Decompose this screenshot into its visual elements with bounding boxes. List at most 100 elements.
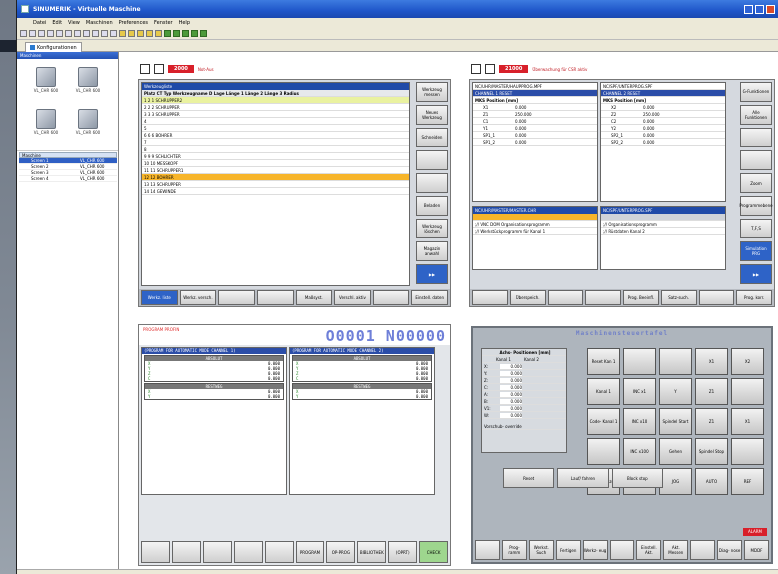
softkey-h9[interactable]: (OPRT) (388, 541, 418, 563)
tool-row[interactable]: 8 (142, 146, 409, 153)
tool-row[interactable]: 13 13 SCHRUPPER (142, 181, 409, 188)
softkey-h6[interactable]: Verschl. aktiv (334, 290, 371, 305)
softkey-v6[interactable]: Programmebene (739, 195, 773, 216)
mcp-button-20[interactable] (731, 438, 764, 465)
softkey-v1[interactable]: G-Funktionen (740, 82, 772, 102)
machine-1[interactable]: VL_CHR 600 (29, 67, 63, 93)
softkey-h11[interactable]: MDDF (744, 540, 769, 560)
menu-edit[interactable]: Edit (52, 20, 62, 26)
softkey-h6[interactable]: Satz-such. (660, 290, 697, 305)
softkey-h1[interactable] (475, 540, 500, 560)
softkey-h7[interactable] (372, 290, 410, 305)
mcp-button-5[interactable]: X2 (731, 348, 764, 375)
softkey-h4[interactable] (233, 541, 263, 563)
tool-row[interactable]: 14 14 GEWINDE (142, 188, 409, 195)
softkey-h9[interactable] (690, 540, 716, 560)
tool-row[interactable]: 10 10 MESSKOPF (142, 160, 409, 167)
tool-row[interactable]: 3 3 3 SCHRUPPER (142, 111, 409, 118)
close-button[interactable] (766, 4, 775, 14)
mcp-button-11[interactable]: Code- Kanal 1 (587, 408, 620, 435)
machine-3[interactable]: VL_CHR 600 (29, 109, 63, 135)
mcp-button-9[interactable]: Z1 (695, 378, 728, 405)
screen4-icon[interactable] (155, 30, 162, 37)
mcp-button-15[interactable]: X1 (731, 408, 764, 435)
softkey-h8[interactable]: BIBLIOTHEK (357, 541, 387, 563)
softkey-h3[interactable] (202, 541, 232, 563)
softkey-h4[interactable] (256, 290, 294, 305)
softkey-h5[interactable] (264, 541, 294, 563)
screen2-icon[interactable] (137, 30, 144, 37)
softkey-v8[interactable]: Simulation PRG (740, 241, 772, 262)
mcp-button-17[interactable]: INC x100 (623, 438, 656, 465)
menu-window[interactable]: Fenster (154, 20, 173, 26)
mcp-button-25[interactable]: REF (731, 468, 764, 495)
menu-file[interactable]: Datei (33, 20, 46, 26)
mcp-button-7[interactable]: INC x1 (623, 378, 656, 405)
softkey-v4[interactable] (740, 150, 772, 171)
softkey-h10[interactable]: CHECK (419, 541, 449, 563)
cycle-start-button[interactable]: Lauf/ fahren (557, 468, 609, 488)
mcp-button-3[interactable] (659, 348, 692, 375)
copy-icon[interactable] (56, 30, 63, 37)
screen1-icon[interactable] (128, 30, 135, 37)
save-icon[interactable] (38, 30, 45, 37)
open-icon[interactable] (29, 30, 36, 37)
softkey-h4[interactable] (585, 290, 621, 305)
softkey-v7[interactable]: T,F,S (740, 218, 772, 239)
softkey-v1[interactable]: Werkzeug messen (416, 82, 448, 102)
tool-row[interactable]: 1 2 1 SCHRUPPER2 (142, 97, 409, 104)
softkey-h2[interactable] (171, 541, 201, 563)
forward-softkey[interactable]: ▶▶ (740, 264, 772, 285)
mcp-button-6[interactable]: Kanal 1 (587, 378, 620, 405)
softkey-h3[interactable] (218, 290, 255, 305)
forward-icon[interactable] (191, 30, 198, 37)
softkey-h4[interactable]: Fertigen (555, 540, 581, 560)
softkey-h2[interactable]: Überspeich. (509, 290, 546, 305)
tool-row[interactable]: 11 11 SCHRUPPER1 (142, 167, 409, 174)
softkey-v3[interactable]: Schneiden (416, 127, 448, 148)
run-icon[interactable] (164, 30, 171, 37)
softkey-h5[interactable]: Maßsyst. (295, 290, 333, 305)
tool-row[interactable]: 9 9 9 SCHLICHTER (142, 153, 409, 160)
softkey-h7[interactable]: OP-PROG (326, 541, 356, 563)
tool-row[interactable]: 2 2 2 SCHRUPPER (142, 104, 409, 111)
mcp-button-4[interactable]: X1 (695, 348, 728, 375)
mcp-button-1[interactable]: Reset Kan 1 (587, 348, 620, 375)
softkey-h10[interactable]: Diag- nose (717, 540, 743, 560)
table-row[interactable]: Screen 4 VL_CHR 600 (19, 176, 117, 182)
zoom-in-icon[interactable] (92, 30, 99, 37)
mcp-button-18[interactable]: Gehen (659, 438, 692, 465)
machine-4[interactable]: VL_CHR 600 (71, 109, 105, 135)
softkey-v5[interactable] (416, 173, 448, 193)
mcp-button-14[interactable]: Z1 (695, 408, 728, 435)
tool-row[interactable]: 5 (142, 125, 409, 132)
softkey-h5[interactable]: Prog. Beeinfl. (623, 290, 659, 305)
screen3-icon[interactable] (146, 30, 153, 37)
tool-row[interactable]: 12 12 BOHRER (142, 174, 409, 181)
softkey-h5[interactable]: Werkz- eug (582, 540, 608, 560)
help-icon[interactable] (119, 30, 126, 37)
softkey-h6[interactable]: PROGRAM (295, 541, 325, 563)
mcp-button-16[interactable] (587, 438, 620, 465)
softkey-h2[interactable]: Prog- ramm (501, 540, 527, 560)
tab-configurations[interactable]: Konfigurationen (25, 42, 82, 52)
softkey-h8[interactable]: Prog. korr. (736, 290, 772, 305)
softkey-h6[interactable] (609, 540, 635, 560)
feed-override[interactable]: Vorschub- override (482, 423, 566, 430)
softkey-v7[interactable]: Werkzeug löschen (416, 218, 448, 239)
menu-help[interactable]: Help (179, 20, 190, 26)
softkey-h1[interactable] (472, 290, 508, 305)
tool-row[interactable]: 4 (142, 118, 409, 125)
softkey-v3[interactable] (740, 127, 772, 148)
block-stop-button[interactable]: Block stop (611, 468, 663, 488)
softkey-v8[interactable]: Magazin anwahl (416, 241, 448, 262)
mcp-button-24[interactable]: AUTO (695, 468, 728, 495)
print-icon[interactable] (110, 30, 117, 37)
softkey-h7[interactable] (698, 290, 735, 305)
mcp-button-13[interactable]: Spindel Start (659, 408, 692, 435)
mcp-button-8[interactable]: Y (659, 378, 692, 405)
softkey-h8[interactable]: Akt. Messen (663, 540, 689, 560)
softkey-v2[interactable]: Neues Werkzeug (416, 104, 448, 125)
mcp-button-10[interactable] (731, 378, 764, 405)
minimize-button[interactable] (744, 4, 753, 14)
